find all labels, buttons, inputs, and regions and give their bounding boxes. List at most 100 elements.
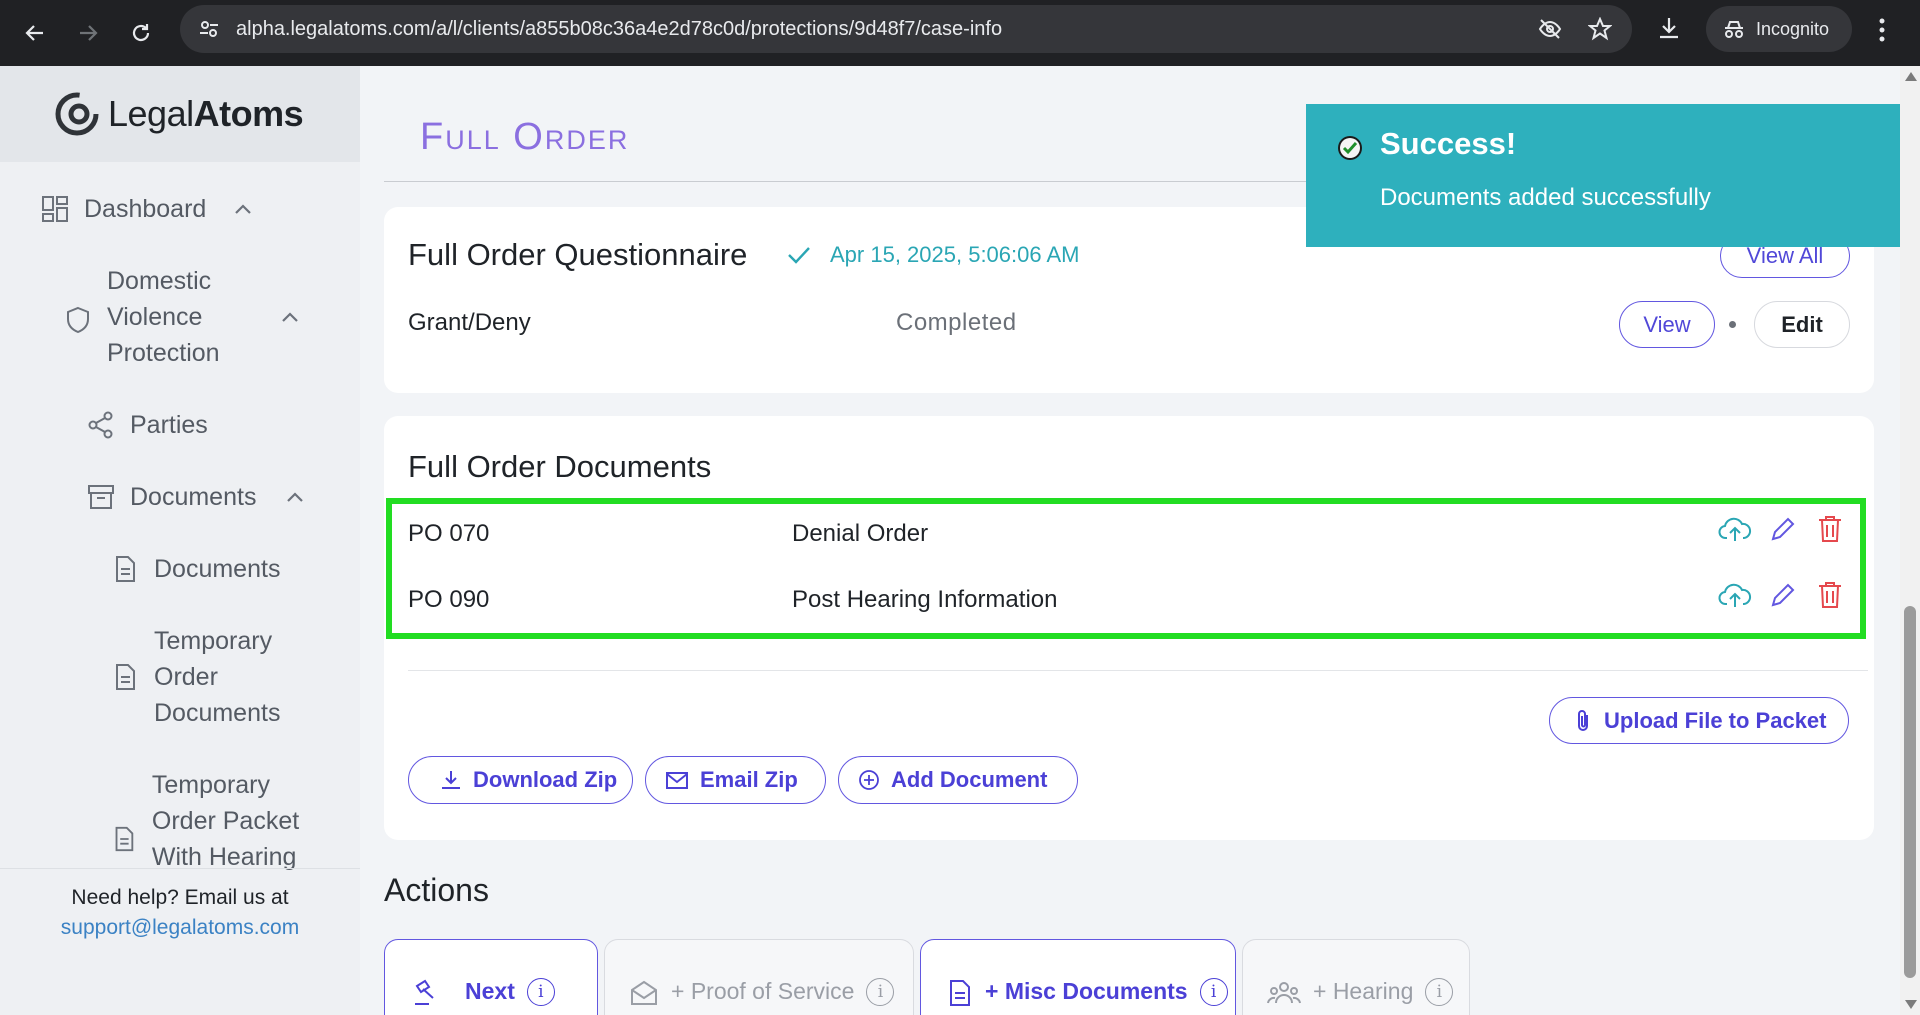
- document-icon: [115, 826, 134, 852]
- edit-button[interactable]: Edit: [1754, 301, 1850, 348]
- email-zip-button[interactable]: Email Zip: [645, 756, 826, 804]
- upload-file-label: Upload File to Packet: [1604, 707, 1827, 733]
- upload-file-to-packet-button[interactable]: Upload File to Packet: [1549, 697, 1849, 744]
- view-button[interactable]: View: [1619, 301, 1715, 348]
- documents-highlight-box: [386, 498, 1866, 639]
- misc-documents-tile[interactable]: + Misc Documents i: [920, 939, 1236, 1015]
- info-icon[interactable]: i: [1425, 978, 1454, 1006]
- sidebar-item-documents[interactable]: Documents: [110, 551, 280, 587]
- sidebar-item-temporary-order-documents[interactable]: Temporary Order Documents: [110, 623, 310, 731]
- support-email-link[interactable]: support@legalatoms.com: [61, 916, 299, 939]
- next-label: Next: [465, 978, 515, 1004]
- sidebar-item-label: Documents: [154, 555, 281, 583]
- hearing-tile[interactable]: + Hearing i: [1242, 939, 1470, 1015]
- proof-of-service-label: + Proof of Service: [671, 978, 855, 1004]
- dashboard-icon: [42, 196, 68, 222]
- toast-title: Success!: [1380, 126, 1517, 161]
- chevron-up-icon[interactable]: [281, 311, 299, 323]
- scroll-up-arrow[interactable]: [1905, 72, 1917, 81]
- questionnaire-date: Apr 15, 2025, 5:06:06 AM: [830, 242, 1080, 267]
- incognito-indicator[interactable]: Incognito: [1706, 6, 1852, 52]
- sidebar-item-label: Domestic Violence Protection: [107, 267, 220, 367]
- archive-icon: [88, 485, 114, 509]
- back-icon[interactable]: [17, 15, 53, 51]
- logo-text: LegalAtoms: [108, 93, 304, 135]
- separator-dot: [1729, 321, 1736, 328]
- success-check-icon: [1338, 136, 1362, 160]
- download-icon: [442, 771, 460, 789]
- bookmark-star-icon[interactable]: [1587, 16, 1613, 46]
- sidebar-item-documents-group[interactable]: Documents: [86, 479, 303, 515]
- success-toast[interactable]: Success! Documents added successfully: [1306, 104, 1908, 247]
- sidebar-item-parties[interactable]: Parties: [86, 407, 208, 443]
- shield-icon: [67, 306, 89, 334]
- add-document-button[interactable]: Add Document: [838, 756, 1078, 804]
- sidebar-item-label: Dashboard: [84, 195, 207, 223]
- scroll-down-arrow[interactable]: [1905, 1000, 1917, 1009]
- document-code: PO 070: [408, 520, 490, 547]
- forward-icon[interactable]: [70, 15, 106, 51]
- pencil-icon[interactable]: [1768, 580, 1796, 610]
- misc-documents-label: + Misc Documents: [985, 978, 1188, 1004]
- chevron-up-icon[interactable]: [286, 491, 304, 503]
- info-icon[interactable]: i: [866, 978, 895, 1006]
- gavel-icon: [415, 979, 434, 1005]
- edit-label: Edit: [1781, 311, 1823, 337]
- email-zip-label: Email Zip: [700, 767, 798, 792]
- incognito-icon: [1725, 21, 1743, 38]
- toast-message: Documents added successfully: [1380, 184, 1711, 211]
- pencil-icon[interactable]: [1768, 514, 1796, 544]
- add-document-label: Add Document: [891, 767, 1048, 792]
- browser-toolbar: alpha.legalatoms.com/a/l/clients/a855b08…: [0, 0, 1920, 66]
- address-bar[interactable]: alpha.legalatoms.com/a/l/clients/a855b08…: [180, 5, 1632, 53]
- cloud-upload-icon[interactable]: [1718, 514, 1752, 544]
- eye-off-icon[interactable]: [1538, 17, 1562, 46]
- trash-icon[interactable]: [1816, 580, 1844, 610]
- plus-circle-icon: [859, 770, 879, 790]
- view-label: View: [1643, 311, 1691, 337]
- document-name[interactable]: Post Hearing Information: [792, 586, 1057, 614]
- next-tile[interactable]: Next i: [384, 939, 598, 1015]
- documents-title: Full Order Documents: [408, 449, 712, 484]
- reload-icon[interactable]: [123, 15, 159, 51]
- document-icon: [116, 556, 135, 582]
- cloud-upload-icon[interactable]: [1718, 580, 1752, 610]
- sidebar-item-dashboard[interactable]: Dashboard: [40, 191, 251, 227]
- hearing-label: + Hearing: [1313, 978, 1414, 1004]
- scroll-thumb[interactable]: [1904, 606, 1916, 978]
- check-icon: [788, 247, 810, 264]
- actions-title: Actions: [384, 872, 489, 908]
- logo-text-atoms: Atoms: [193, 93, 304, 134]
- questionnaire-row-name: Grant/Deny: [408, 309, 531, 336]
- proof-of-service-tile[interactable]: + Proof of Service i: [604, 939, 914, 1015]
- questionnaire-row-status: Completed: [896, 309, 1017, 336]
- logo[interactable]: LegalAtoms: [0, 66, 360, 162]
- chevron-up-icon[interactable]: [234, 203, 252, 215]
- share-icon: [88, 411, 113, 439]
- url-text[interactable]: alpha.legalatoms.com/a/l/clients/a855b08…: [236, 18, 1002, 41]
- page-scrollbar[interactable]: [1900, 66, 1920, 1015]
- sidebar-item-temporary-order-packet[interactable]: Temporary Order Packet With Hearing: [110, 767, 310, 875]
- sidebar-item-label: Documents: [130, 483, 257, 511]
- incognito-label: Incognito: [1756, 18, 1830, 39]
- paperclip-icon: [1578, 709, 1588, 731]
- logo-text-legal: Legal: [108, 93, 194, 134]
- document-icon: [116, 664, 135, 690]
- email-icon: [666, 772, 688, 789]
- document-code: PO 090: [408, 586, 490, 613]
- site-info-icon[interactable]: [194, 14, 224, 44]
- info-icon[interactable]: i: [526, 978, 555, 1006]
- download-icon[interactable]: [1656, 15, 1682, 46]
- download-zip-button[interactable]: Download Zip: [408, 756, 633, 804]
- sidebar-item-label: Temporary Order Documents: [154, 627, 281, 727]
- trash-icon[interactable]: [1816, 514, 1844, 544]
- download-zip-label: Download Zip: [473, 767, 618, 792]
- document-icon: [950, 980, 970, 1006]
- legalatoms-logo-icon: [55, 92, 99, 136]
- sidebar-item-domestic-violence-protection[interactable]: Domestic Violence Protection: [63, 263, 303, 371]
- help-footer: Need help? Email us at support@legalatom…: [0, 868, 360, 943]
- sidebar-item-label: Parties: [130, 411, 208, 439]
- browser-menu-icon[interactable]: [1878, 17, 1886, 48]
- info-icon[interactable]: i: [1199, 978, 1228, 1006]
- document-name[interactable]: Denial Order: [792, 520, 928, 548]
